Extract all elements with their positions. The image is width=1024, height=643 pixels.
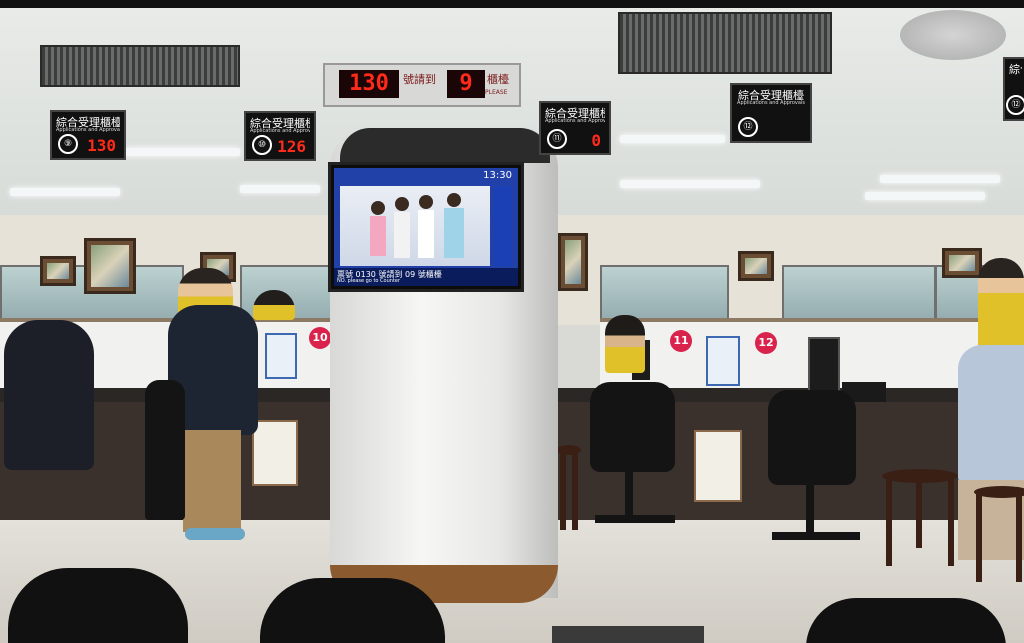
air-vent <box>618 12 832 74</box>
ad-people-image <box>370 193 464 258</box>
ceiling-light <box>865 192 985 200</box>
wooden-stool <box>882 469 958 566</box>
queue-number: 130 <box>339 70 399 98</box>
tv-ticker-en: NO. please go to Counter <box>337 278 401 284</box>
counter-label-en: PLEASE <box>485 89 508 96</box>
counter-sign-12: 綜合受理櫃檯 Applications and Approvals ⑫ <box>730 83 812 143</box>
customer-shoes <box>185 528 245 540</box>
clerk <box>605 315 645 373</box>
wall-painting <box>738 251 774 281</box>
chair-base <box>772 532 860 540</box>
counter-sign-10: 綜合受理櫃檯 Applications and Approvals ⑩ 126 <box>244 111 316 161</box>
back-window <box>600 265 729 321</box>
counter-label: 櫃檯 <box>487 73 509 86</box>
ceiling-fan <box>900 10 1006 60</box>
counter-sign-12-partial: 綜合受理櫃檯 ⑫ <box>1003 57 1024 121</box>
counter-number: 9 <box>447 70 485 98</box>
pillar-cap <box>340 128 550 163</box>
tv-screen: 13:30 <box>334 168 518 270</box>
wooden-stool <box>557 445 581 530</box>
foreground-chair <box>260 578 445 643</box>
wooden-stool <box>974 486 1024 582</box>
desk-poster <box>694 430 742 502</box>
office-chair <box>145 380 185 520</box>
ceiling-light <box>240 185 320 193</box>
ceiling-light <box>620 135 725 143</box>
qr-code-sign <box>265 333 297 379</box>
foreground-chair <box>806 598 1006 643</box>
service-hall-scene: 10 11 12 130 號請到 9 櫃檯 PLEASE 綜合受理櫃檯 Appl… <box>0 0 1024 643</box>
ceiling-light <box>10 188 120 196</box>
seated-customer <box>4 320 94 470</box>
queue-tv-monitor: 13:30 票號 0130 號請到 09 號櫃檯 NO. please go t… <box>328 162 524 292</box>
office-chair <box>590 382 675 472</box>
top-border <box>0 0 1024 8</box>
office-chair <box>768 390 856 485</box>
floor-mat <box>552 626 704 643</box>
air-vent <box>40 45 240 87</box>
counter-sign-number: 126 <box>277 137 306 156</box>
ceiling-light <box>880 175 1000 183</box>
clerk <box>253 290 295 320</box>
ceiling-light <box>620 180 760 188</box>
wall-painting <box>942 248 982 278</box>
counter-sign-9: 綜合受理櫃檯 Applications and Approvals ⑨ 130 <box>50 110 126 160</box>
counter-number-badge: 11 <box>670 330 692 352</box>
foreground-chair <box>8 568 188 643</box>
desk-poster <box>252 420 298 486</box>
counter-number-badge: 10 <box>309 327 331 349</box>
chair-stem <box>806 482 814 534</box>
ceiling-light <box>125 148 240 156</box>
customer-trousers <box>183 430 241 532</box>
tv-advertisement <box>340 186 490 266</box>
seated-customer <box>958 345 1024 485</box>
queue-label: 號請到 <box>403 73 436 86</box>
tv-side-banner <box>494 186 512 266</box>
qr-code-sign <box>706 336 740 386</box>
counter-sign-11: 綜合受理櫃檯 Applications and Approvals ⑪ 0 <box>539 101 611 155</box>
back-window <box>782 265 936 321</box>
wall-painting <box>40 256 76 286</box>
tv-ticker: 票號 0130 號請到 09 號櫃檯 NO. please go to Coun… <box>334 268 518 286</box>
tv-clock: 13:30 <box>483 170 512 181</box>
main-queue-display: 130 號請到 9 櫃檯 PLEASE <box>323 63 521 107</box>
wall-painting <box>84 238 136 294</box>
counter-sign-number: 130 <box>87 136 116 155</box>
chair-base <box>595 515 675 523</box>
computer-monitor <box>808 337 840 393</box>
counter-sign-number: 0 <box>591 131 601 150</box>
clerk <box>978 258 1024 358</box>
chair-stem <box>625 470 633 520</box>
wall-painting <box>558 233 588 291</box>
counter-number-badge: 12 <box>755 332 777 354</box>
